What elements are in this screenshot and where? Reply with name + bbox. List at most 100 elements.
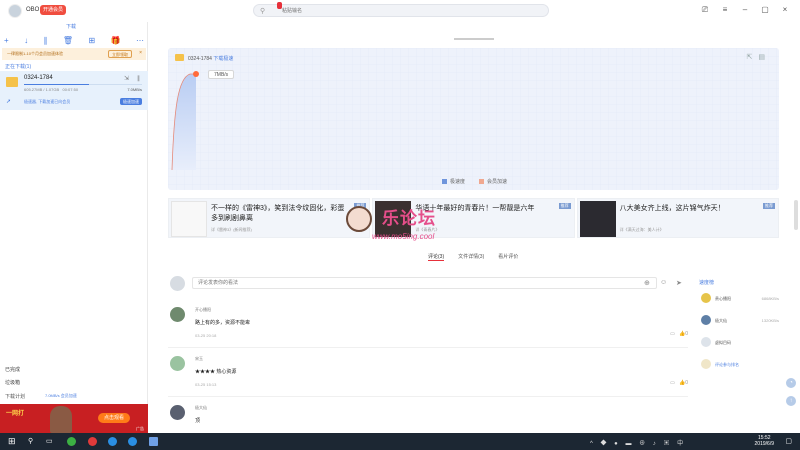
commenter-name[interactable]: 宋玉 — [195, 356, 203, 362]
divider — [168, 396, 688, 397]
plan-speed: 7.0MB/s 会员加速 — [45, 393, 77, 398]
notification-icon[interactable]: ▢ — [785, 437, 792, 445]
accelerate-button[interactable]: 极速加速 — [120, 98, 142, 105]
reply-icon[interactable]: ▭ — [670, 331, 675, 337]
comment-time: 03-25 15:13 — [195, 382, 217, 387]
add-icon[interactable]: + — [4, 36, 9, 45]
trash-section[interactable]: 垃圾箱 — [5, 379, 20, 386]
app-icon[interactable] — [128, 437, 137, 446]
minimize-icon[interactable]: – — [740, 5, 750, 15]
search-icon[interactable]: ⚲ — [28, 437, 37, 446]
maximize-icon[interactable]: ▢ — [760, 5, 770, 15]
like-icon[interactable]: 👍0 — [679, 380, 688, 386]
feedback-icon[interactable]: ◔ — [786, 378, 796, 388]
my-avatar — [170, 276, 185, 291]
ranking-row[interactable]: 极大仙 1320KB/s — [699, 312, 779, 330]
comment-input[interactable] — [192, 277, 657, 289]
back-to-top-icon[interactable]: ↑ — [786, 396, 796, 406]
at-icon[interactable]: ⊕ — [644, 279, 650, 287]
download-plan[interactable]: 下载计划 — [5, 393, 25, 400]
ranking-title: 速度榜 — [699, 280, 715, 286]
comment-composer: ⊕ ☺ ➤ — [168, 274, 688, 292]
windows-start-icon[interactable]: ⊞ — [8, 437, 16, 446]
divider — [168, 347, 688, 348]
gift-icon[interactable]: 🎁 — [111, 36, 121, 45]
ranking-row[interactable]: 虚拟目码 — [699, 334, 779, 352]
save-icon[interactable]: ⊞ — [88, 36, 95, 45]
share-icon[interactable]: ⇱ — [747, 54, 759, 61]
clock[interactable]: 15:52 2019/6/9 — [755, 435, 774, 447]
download-task[interactable]: 0324-1784 ⇲ ∥ 605.27MB / 1.07GB 00:07:50… — [0, 71, 148, 110]
menu-icon[interactable]: ≡ — [720, 5, 730, 15]
claim-button[interactable]: 立即领取 — [108, 50, 132, 58]
skin-icon[interactable]: ⎚ — [700, 5, 710, 15]
vip-notice: 一律限制1-10个月会员加速体验 立即领取 × — [2, 48, 146, 60]
search-bar[interactable]: ⚲ — [253, 2, 549, 17]
task-pause-icon[interactable]: ∥ — [137, 75, 140, 82]
app-icon-active[interactable] — [149, 437, 158, 446]
ad-image — [50, 406, 72, 433]
rank-join-link[interactable]: 评论参与排名 — [715, 362, 739, 368]
completed-section[interactable]: 已完成 — [5, 366, 20, 373]
drag-handle[interactable] — [454, 38, 494, 40]
commenter-avatar[interactable] — [170, 307, 185, 322]
comment-actions: ▭ 👍0 — [670, 380, 688, 386]
task-view-icon[interactable]: ▭ — [46, 437, 55, 446]
username[interactable]: OBO — [26, 7, 39, 13]
app-icon[interactable] — [108, 437, 117, 446]
legend-label-vip: 会员加速 — [487, 179, 508, 185]
scrollbar-thumb[interactable] — [794, 200, 798, 230]
recommend-ads: 不一样的《雷神3》，笑到法令纹固化，彩蛋多到刷剧鼻离 详《雷神3》(新闻推荐) … — [168, 198, 779, 238]
download-panel: 下载 + ↓ ∥ 🗑 ⊞ 🎁 ⋯ 一律限制1-10个月会员加速体验 立即领取 ×… — [0, 22, 148, 433]
comment-text: ★★★★ 热心资源 — [195, 369, 237, 375]
pause-icon[interactable]: ∥ — [43, 36, 47, 45]
open-folder-icon[interactable]: ⇲ — [124, 75, 129, 82]
more-icon[interactable]: ⋯ — [136, 36, 144, 45]
system-tray[interactable]: ^ ◆ ● ▬ ⊕ ♪ ▣ 中 — [590, 438, 686, 447]
tab-file-detail[interactable]: 文件详情(3) — [458, 253, 484, 261]
tab-download[interactable]: 下载 — [66, 23, 76, 30]
vip-badge[interactable]: 开通会员 — [40, 5, 67, 15]
user-avatar[interactable] — [8, 4, 22, 18]
title-bar: OBO 开通会员 ⚲ ⎚ ≡ – ▢ × — [0, 0, 800, 22]
legend-label-speed: 极速度 — [450, 179, 466, 185]
ad-source: 详《满天过海：美人计》 — [619, 227, 664, 232]
file-icon[interactable]: ▤ — [758, 54, 771, 61]
reply-icon[interactable]: ▭ — [670, 380, 675, 386]
commenter-name[interactable]: 极大仙 — [195, 405, 207, 411]
commenter-avatar[interactable] — [170, 356, 185, 371]
tab-comments[interactable]: 评论(3) — [428, 253, 445, 261]
chart-file-category: 下载极速 — [213, 56, 234, 62]
watermark-url: www.mo5ing.cool — [372, 232, 435, 241]
ranking-row[interactable]: 贵心播阳 6868KB/s — [699, 290, 779, 308]
ad-banner[interactable]: 一网打 点击观看 广告 — [0, 404, 148, 433]
ad-title: 八大美女齐上线，这片锦气炸天！ — [619, 205, 725, 212]
ad-card[interactable]: 不一样的《雷神3》，笑到法令纹固化，彩蛋多到刷剧鼻离 详《雷神3》(新闻推荐) … — [168, 198, 371, 238]
ranking-row[interactable]: 评论参与排名 — [699, 356, 779, 374]
app-icon[interactable] — [88, 437, 97, 446]
rank-avatar — [701, 315, 711, 325]
task-progress-fill — [24, 84, 89, 85]
tab-film-review[interactable]: 看片评价 — [498, 253, 518, 261]
like-icon[interactable]: 👍0 — [679, 331, 688, 337]
ad-card[interactable]: 八大美女齐上线，这片锦气炸天！ 详《满天过海：美人计》 推荐 — [576, 198, 779, 238]
app-icon[interactable] — [67, 437, 76, 446]
search-input[interactable] — [282, 7, 532, 15]
download-icon[interactable]: ↓ — [24, 36, 28, 45]
commenter-avatar[interactable] — [170, 405, 185, 420]
ad-cta-button[interactable]: 点击观看 — [98, 413, 131, 423]
task-progress-bar — [24, 84, 142, 85]
delete-icon[interactable]: 🗑 — [63, 36, 73, 45]
rank-avatar — [701, 359, 711, 369]
send-icon[interactable]: ➤ — [676, 279, 682, 287]
emoji-icon[interactable]: ☺ — [660, 279, 667, 286]
comment-time: 03-25 20:18 — [195, 333, 217, 338]
downloading-section[interactable]: 正在下载(1) — [5, 63, 31, 70]
ad-thumbnail — [579, 201, 616, 237]
notice-close-icon[interactable]: × — [139, 50, 142, 56]
speed-marker — [193, 71, 199, 77]
watermark-mascot — [346, 206, 372, 232]
task-time: 00:07:50 — [62, 87, 79, 92]
close-icon[interactable]: × — [780, 5, 790, 15]
commenter-name[interactable]: 开心播阳 — [195, 307, 211, 313]
